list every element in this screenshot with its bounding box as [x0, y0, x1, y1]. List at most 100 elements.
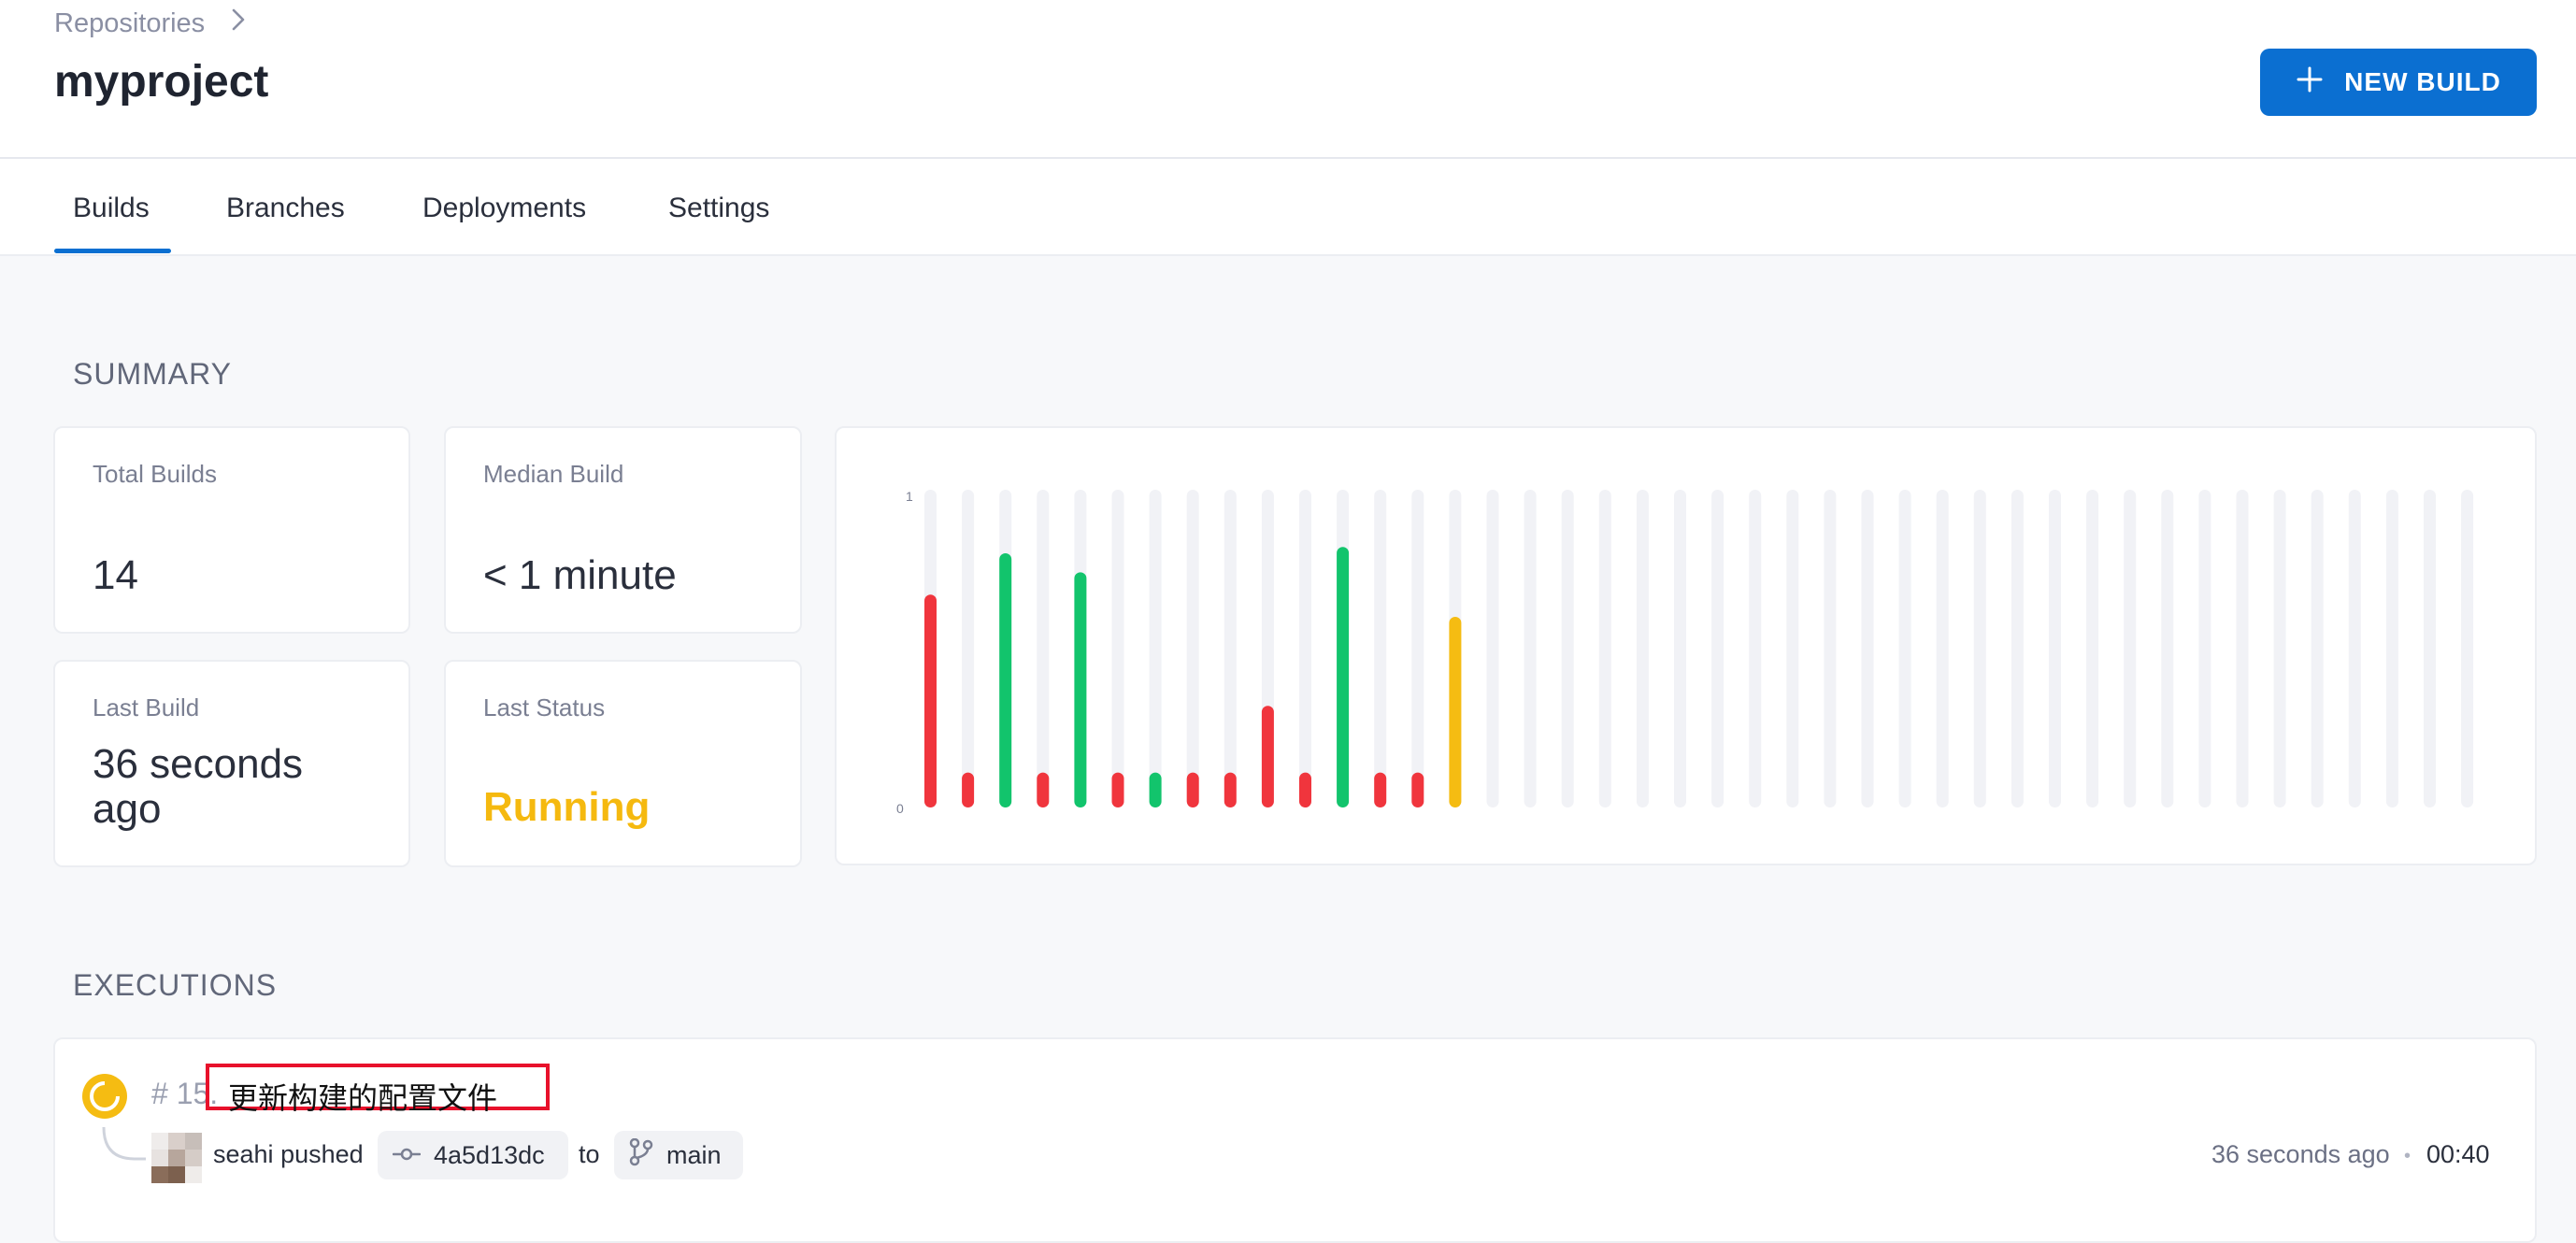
bar-track	[2198, 490, 2211, 807]
last-status-label: Last Status	[483, 693, 606, 722]
author-action: pushed	[280, 1140, 364, 1168]
last-build-card: Last Build 36 seconds ago	[53, 660, 410, 867]
bar-track	[2124, 490, 2137, 807]
median-build-label: Median Build	[483, 460, 624, 488]
execution-message[interactable]: 更新构建的配置文件	[228, 1075, 497, 1118]
tab-settings[interactable]: Settings	[668, 193, 769, 224]
branch-name: main	[666, 1140, 722, 1169]
build-bar-success[interactable]	[999, 553, 1012, 807]
bar-track	[2049, 490, 2061, 807]
last-status-card: Last Status Running	[444, 660, 802, 867]
bar-track	[1749, 490, 1762, 807]
tab-bar: Builds Branches Deployments Settings	[0, 159, 2576, 256]
breadcrumb: Repositories	[54, 7, 246, 39]
running-icon	[81, 1073, 128, 1124]
build-history-chart-card: 10	[835, 426, 2537, 865]
bar-track	[1786, 490, 1799, 807]
y-tick-label: 0	[896, 801, 904, 816]
bar-track	[2086, 490, 2099, 807]
bar-track	[1149, 490, 1162, 807]
bar-track	[1524, 490, 1537, 807]
build-bar-failure[interactable]	[1411, 772, 1424, 807]
bar-track	[1374, 490, 1387, 807]
summary-heading: SUMMARY	[73, 357, 232, 391]
bar-track	[1898, 490, 1911, 807]
build-bar-running[interactable]	[1449, 617, 1462, 807]
bar-track	[1636, 490, 1649, 807]
executions-heading: EXECUTIONS	[73, 968, 278, 1002]
execution-duration: 00:40	[2426, 1140, 2490, 1168]
page-title: myproject	[54, 57, 269, 107]
bar-track	[2348, 490, 2361, 807]
build-bar-failure[interactable]	[1224, 772, 1237, 807]
build-bar-success[interactable]	[1337, 547, 1350, 807]
build-bar-failure[interactable]	[962, 772, 975, 807]
tab-branches[interactable]: Branches	[226, 193, 345, 224]
bar-track	[1037, 490, 1050, 807]
y-tick-label: 1	[906, 489, 913, 504]
bar-track	[2161, 490, 2174, 807]
breadcrumb-repositories-link[interactable]: Repositories	[54, 8, 205, 39]
avatar	[151, 1133, 202, 1183]
last-build-label: Last Build	[93, 693, 200, 722]
bar-track	[1186, 490, 1199, 807]
bar-track	[1411, 490, 1424, 807]
bar-track	[1111, 490, 1124, 807]
build-bar-failure[interactable]	[1299, 772, 1311, 807]
bar-track	[1936, 490, 1949, 807]
bar-track	[962, 490, 975, 807]
tab-builds[interactable]: Builds	[73, 193, 150, 224]
tab-deployments[interactable]: Deployments	[422, 193, 586, 224]
total-builds-card: Total Builds 14	[53, 426, 410, 634]
bar-track	[2311, 490, 2324, 807]
bar-track	[1711, 490, 1724, 807]
bar-track	[1561, 490, 1574, 807]
last-build-value: 36 seconds ago	[93, 741, 304, 832]
build-bar-success[interactable]	[1074, 572, 1087, 807]
build-bar-failure[interactable]	[1037, 772, 1050, 807]
execution-time-ago: 36 seconds ago	[2211, 1140, 2390, 1168]
bar-track	[2273, 490, 2286, 807]
commit-icon	[392, 1141, 422, 1170]
bar-track	[2236, 490, 2249, 807]
bar-track	[1973, 490, 1986, 807]
bar-track	[1299, 490, 1311, 807]
branch-pill[interactable]: main	[614, 1131, 743, 1179]
bar-track	[2385, 490, 2398, 807]
median-build-card: Median Build < 1 minute	[444, 426, 802, 634]
tree-connector	[101, 1125, 148, 1171]
build-bar-failure[interactable]	[1374, 772, 1387, 807]
author-name: seahi	[213, 1140, 274, 1168]
bar-track	[1598, 490, 1611, 807]
bar-track	[1861, 490, 1874, 807]
total-builds-value: 14	[93, 552, 138, 598]
median-build-value: < 1 minute	[483, 552, 677, 598]
execution-author: seahi pushed	[213, 1140, 364, 1169]
bar-track	[1486, 490, 1499, 807]
build-bar-failure[interactable]	[1111, 772, 1124, 807]
new-build-label: NEW BUILD	[2344, 67, 2501, 96]
bar-track	[2011, 490, 2024, 807]
page-header: Repositories myproject NEW BUILD	[0, 0, 2576, 159]
bar-track	[2424, 490, 2436, 807]
bar-track	[1824, 490, 1837, 807]
new-build-button[interactable]: NEW BUILD	[2260, 49, 2537, 116]
build-history-chart: 10	[896, 489, 2474, 816]
total-builds-label: Total Builds	[93, 460, 217, 488]
chevron-right-icon	[231, 7, 246, 39]
bar-track	[1224, 490, 1237, 807]
build-bar-failure[interactable]	[1261, 706, 1274, 807]
plus-icon	[2296, 65, 2324, 100]
branch-icon	[629, 1137, 653, 1173]
meta-separator: •	[2404, 1146, 2411, 1166]
bar-track	[1674, 490, 1686, 807]
build-bar-failure[interactable]	[1186, 772, 1199, 807]
build-bar-success[interactable]	[1149, 772, 1162, 807]
to-label: to	[579, 1140, 600, 1168]
build-bar-failure[interactable]	[924, 594, 937, 807]
commit-hash: 4a5d13dc	[434, 1140, 545, 1169]
active-tab-indicator	[54, 249, 171, 253]
bar-track	[2461, 490, 2474, 807]
commit-pill[interactable]: 4a5d13dc	[378, 1131, 568, 1179]
last-status-value: Running	[483, 784, 651, 830]
